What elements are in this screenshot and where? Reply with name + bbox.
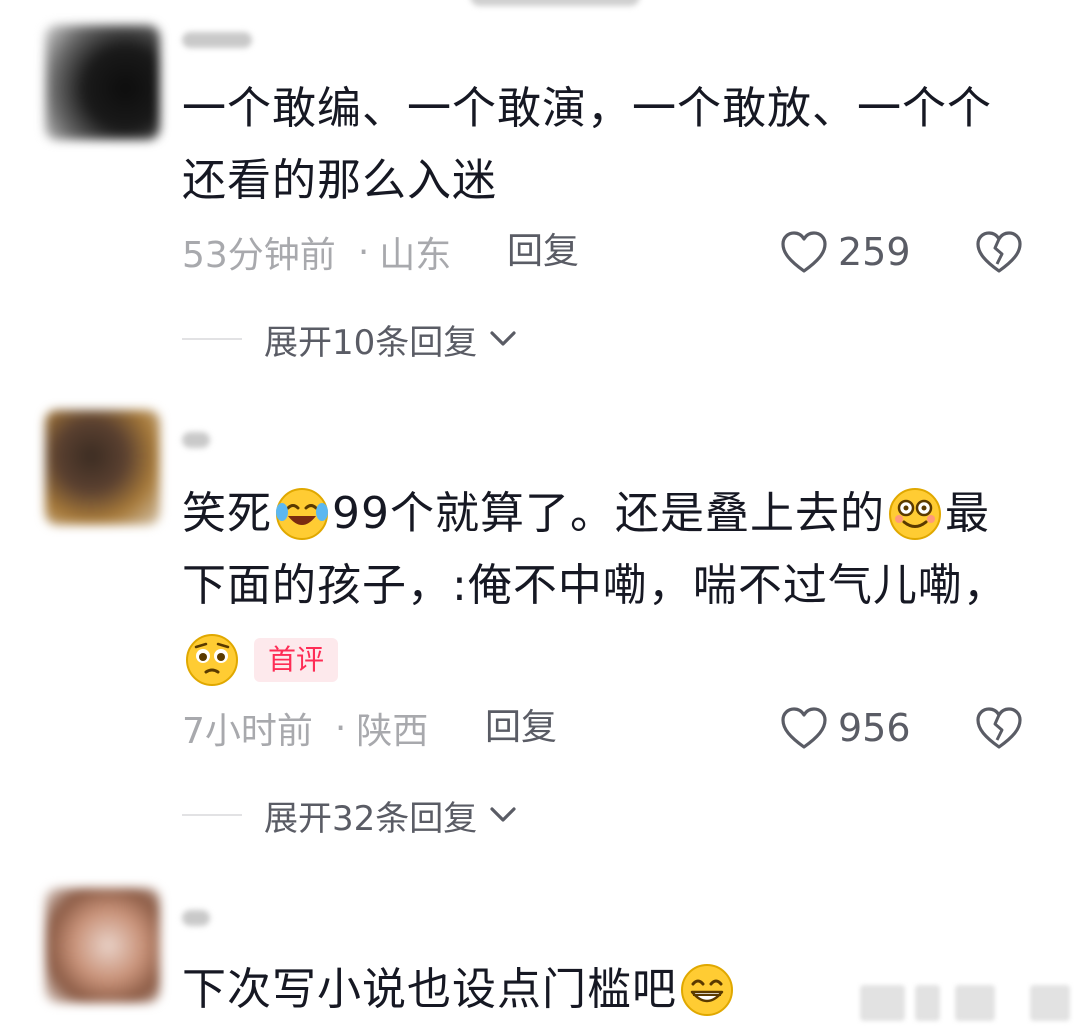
expand-replies-button[interactable]: 展开10条回复 (182, 314, 517, 364)
expand-replies-label: 展开10条回复 (264, 322, 478, 363)
chevron-down-icon (490, 807, 516, 822)
meta-separator: · (334, 707, 347, 749)
like-button[interactable]: 259 (780, 222, 911, 282)
avatar[interactable] (45, 410, 160, 525)
like-count: 259 (838, 230, 911, 274)
blurred-watermark (1030, 985, 1070, 1021)
expand-replies-label: 展开32条回复 (264, 798, 478, 839)
pleading-emoji (186, 634, 238, 686)
comment-meta: 53分钟前 · 山东 (182, 222, 451, 282)
like-count: 956 (838, 706, 911, 750)
heart-icon (781, 231, 827, 273)
username-blurred[interactable] (182, 910, 210, 926)
blurred-watermark (860, 985, 905, 1021)
cropped-header-fragment (470, 0, 640, 6)
comment-text-line: 首评 (182, 622, 1012, 694)
heart-icon (781, 707, 827, 749)
first-comment-badge: 首评 (254, 638, 339, 682)
comment-meta: 7小时前 · 陕西 (182, 698, 428, 758)
avatar[interactable] (45, 25, 160, 140)
broken-heart-icon[interactable] (975, 704, 1023, 752)
avatar[interactable] (45, 888, 160, 1003)
blurred-watermark (915, 985, 940, 1021)
comment-text-segment: 99个就算了。还是叠上去的 (332, 488, 885, 539)
username-blurred[interactable] (182, 432, 210, 448)
laugh-cry-emoji (276, 488, 328, 540)
comment-time: 7小时前 (182, 711, 313, 752)
chevron-down-icon (490, 331, 516, 346)
username-blurred[interactable] (182, 32, 252, 48)
divider-line (182, 338, 242, 340)
comment-text-segment: 最 (945, 488, 990, 539)
divider-line (182, 814, 242, 816)
comment-time: 53分钟前 (182, 235, 336, 276)
reply-button[interactable]: 回复 (507, 222, 579, 282)
comment-location: 山东 (379, 235, 452, 276)
comment-text: 一个敢编、一个敢演，一个敢放、一个个 还看的那么入迷 (182, 73, 1012, 217)
comment-text-segment: 下次写小说也设点门槛吧 (182, 964, 677, 1015)
comment-text-line: 笑死 99个就算了。还是叠上去的 最 (182, 476, 1012, 550)
blurred-watermark (955, 985, 995, 1021)
comment-text-segment: 笑死 (182, 488, 272, 539)
reply-button[interactable]: 回复 (485, 698, 557, 758)
comment-text: 下次写小说也设点门槛吧 (182, 952, 882, 1026)
dizzy-smile-emoji (889, 488, 941, 540)
like-button[interactable]: 956 (780, 698, 911, 758)
comment-location: 陕西 (356, 711, 429, 752)
grin-emoji (681, 964, 733, 1016)
comment-text-line: 还看的那么入迷 (182, 155, 497, 206)
comment-text-line: 一个敢编、一个敢演，一个敢放、一个个 (182, 83, 992, 134)
comment-text-line: 下面的孩子，:俺不中嘞，喘不过气儿嘞， (182, 560, 1008, 611)
broken-heart-icon[interactable] (975, 228, 1023, 276)
comment-text: 笑死 99个就算了。还是叠上去的 最 下面的孩子，:俺不中嘞，喘不过气儿嘞， 首… (182, 476, 1012, 694)
meta-separator: · (357, 231, 370, 273)
expand-replies-button[interactable]: 展开32条回复 (182, 790, 517, 840)
